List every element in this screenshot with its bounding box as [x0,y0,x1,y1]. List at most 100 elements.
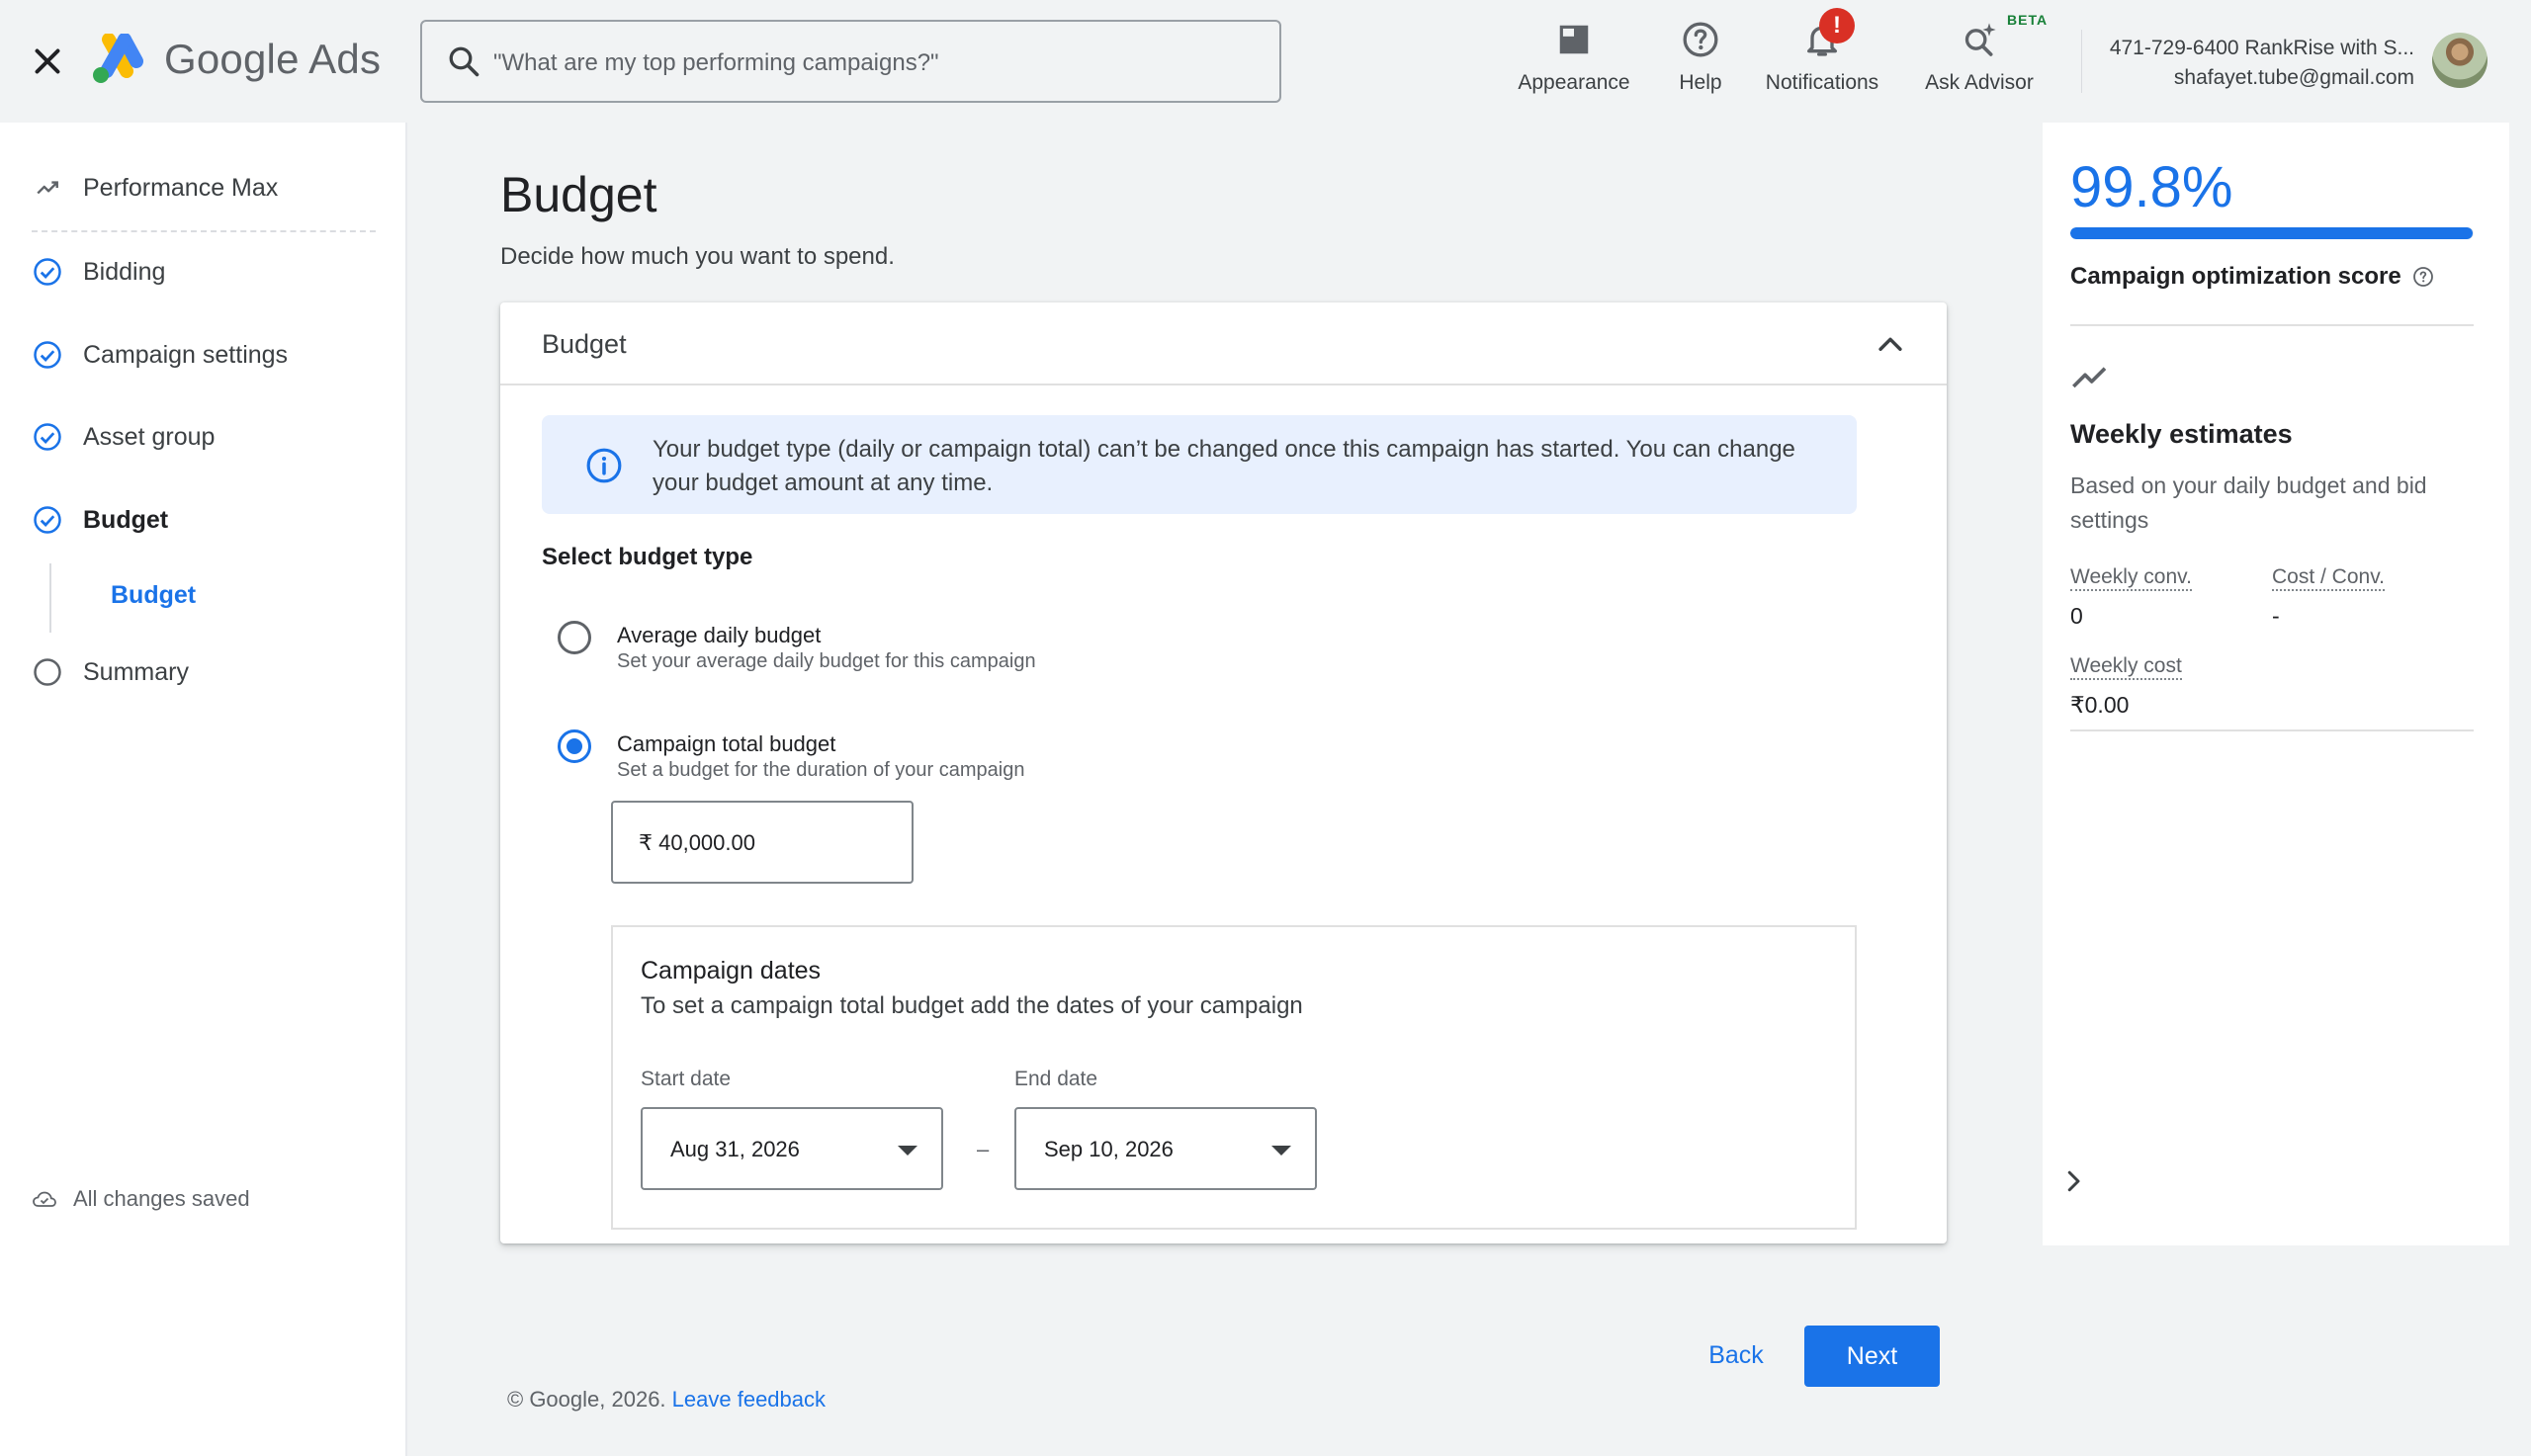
check-circle-icon [34,506,61,534]
weekly-conv-label: Weekly conv. [2070,565,2192,591]
optimization-score-bar [2070,227,2474,239]
budget-info-text: Your budget type (daily or campaign tota… [653,436,1795,496]
budget-card-title: Budget [542,329,627,359]
budget-amount-value: ₹ 40,000.00 [639,830,755,855]
notifications-label: Notifications [1765,71,1879,94]
budget-card: Budget Your budget type (daily or campai… [500,302,1947,1243]
optimization-score-fill [2070,227,2474,239]
sidebar-item-campaign-settings[interactable]: Campaign settings [32,335,288,375]
panel-divider [2070,729,2474,731]
start-date-label: Start date [641,1068,732,1090]
trending-up-icon [2072,367,2107,388]
check-circle-icon [34,423,61,451]
weekly-cost-value: ₹0.00 [2070,692,2130,718]
cost-per-conv-value: - [2272,603,2280,629]
budget-card-header[interactable]: Budget [500,302,1947,385]
sidebar-item-label: Campaign settings [83,340,289,369]
radio-button-selected[interactable] [558,729,591,763]
ask-advisor-button[interactable]: Ask Advisor [1920,14,2039,109]
account-name: 471-729-6400 RankRise with S... [2109,37,2414,59]
sidebar-item-label: Summary [83,657,189,686]
sidebar-campaign-type: Performance Max [32,168,278,208]
check-circle-icon [34,341,61,369]
help-icon [1683,22,1718,57]
sidebar-campaign-type-label: Performance Max [83,173,279,202]
end-date-label: End date [1014,1068,1098,1090]
close-icon[interactable] [30,43,65,79]
start-date-value: Aug 31, 2026 [670,1137,800,1161]
advisor-sparkle-search-icon [1964,23,1996,56]
budget-info-banner: Your budget type (daily or campaign tota… [542,415,1857,514]
help-label: Help [1679,71,1722,94]
save-status-text: All changes saved [73,1186,250,1211]
trending-icon [37,181,58,195]
sidebar-subitem-budget[interactable]: Budget [111,581,196,610]
radio-button-unselected[interactable] [558,621,591,654]
weekly-estimates-title: Weekly estimates [2070,419,2293,449]
estimates-panel: 99.8% Campaign optimization score Weekly… [2043,123,2509,1245]
beta-badge: BETA [2007,12,2049,28]
sidebar-divider [32,230,376,232]
empty-circle-icon [34,658,61,686]
dropdown-arrow-icon [898,1146,917,1156]
top-bar: Google Ads "What are my top performing c… [0,0,2531,123]
chevron-right-icon[interactable] [2058,1166,2088,1196]
page-subtitle: Decide how much you want to spend. [500,243,895,270]
search-placeholder: "What are my top performing campaigns?" [493,49,939,76]
dropdown-arrow-icon [1271,1146,1291,1156]
notification-alert-badge: ! [1819,8,1855,43]
search-icon [449,46,480,77]
sidebar-item-summary[interactable]: Summary [32,652,189,692]
sidebar-item-bidding[interactable]: Bidding [32,252,165,292]
appearance-label: Appearance [1518,71,1630,94]
budget-amount-input[interactable]: ₹ 40,000.00 [611,801,914,884]
campaign-dates-section: Campaign dates To set a campaign total b… [611,925,1857,1230]
leave-feedback-link[interactable]: Leave feedback [672,1387,826,1412]
sidebar-item-label: Bidding [83,257,166,286]
radio-title: Campaign total budget [617,731,836,756]
avatar[interactable] [2432,33,2487,88]
ask-advisor-label: Ask Advisor [1925,71,2034,94]
radio-description: Set your average daily budget for this c… [617,650,1036,672]
chevron-up-icon[interactable] [1874,328,1907,362]
panel-divider [2070,324,2474,326]
sidebar-item-label: Asset group [83,422,216,451]
cloud-done-icon [33,1191,56,1207]
date-range-separator: – [977,1137,990,1161]
sidebar-item-asset-group[interactable]: Asset group [32,417,215,457]
campaign-dates-description: To set a campaign total budget add the d… [641,992,1303,1019]
end-date-value: Sep 10, 2026 [1044,1137,1174,1161]
appearance-icon [1559,25,1589,54]
account-email: shafayet.tube@gmail.com [2173,66,2414,89]
page-title: Budget [500,167,657,222]
brand-name: Google Ads [164,36,382,82]
back-button[interactable]: Back [1693,1325,1780,1386]
search-box[interactable]: "What are my top performing campaigns?" [420,20,1281,103]
start-date-select[interactable]: Aug 31, 2026 [641,1107,943,1190]
sidebar-subnav-line [49,563,51,633]
save-status: All changes saved [32,1186,250,1212]
sidebar-item-label: Budget [83,505,169,534]
optimization-score-value: 99.8% [2070,155,2233,219]
header-divider [2081,30,2082,93]
help-button[interactable]: Help [1671,14,1730,109]
end-date-select[interactable]: Sep 10, 2026 [1014,1107,1317,1190]
budget-type-label: Select budget type [542,544,753,570]
info-icon [586,448,622,483]
check-circle-icon [34,258,61,286]
campaign-steps-sidebar: Performance Max Bidding Campaign setting… [0,123,407,1456]
appearance-button[interactable]: Appearance [1515,14,1633,109]
optimization-score-label: Campaign optimization score [2070,263,2435,291]
weekly-conv-value: 0 [2070,603,2083,629]
copyright-text: © Google, 2026. [507,1387,666,1412]
radio-description: Set a budget for the duration of your ca… [617,759,1025,781]
next-button[interactable]: Next [1804,1326,1940,1387]
radio-title: Average daily budget [617,623,822,647]
weekly-estimates-description: Based on your daily budget and bid setti… [2070,472,2427,533]
account-info[interactable]: 471-729-6400 RankRise with S... shafayet… [2102,34,2414,93]
help-outline-icon[interactable] [2411,265,2435,289]
campaign-dates-title: Campaign dates [641,957,822,985]
sidebar-item-budget[interactable]: Budget [32,500,168,540]
cost-per-conv-label: Cost / Conv. [2272,565,2385,591]
optimization-score-label-text: Campaign optimization score [2070,263,2401,290]
